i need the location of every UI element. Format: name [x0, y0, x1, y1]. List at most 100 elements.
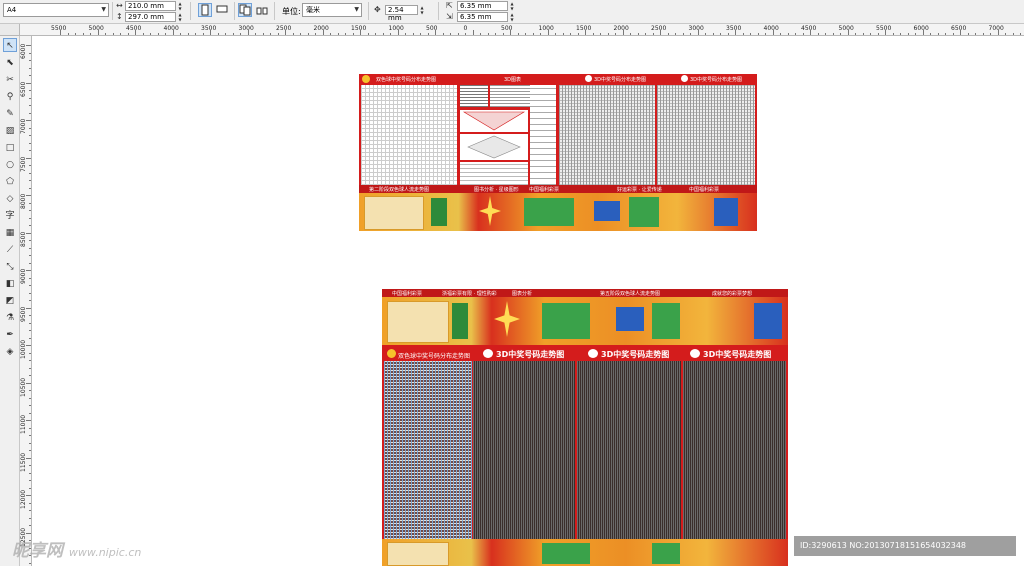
- artboard-top[interactable]: 双色球中奖号码分布走势图 3D图表 3D中奖号码分布走势图 3D中奖号码分布走势…: [359, 74, 757, 231]
- ruler-minor-tick: [29, 390, 31, 391]
- ruler-minor-tick: [67, 33, 69, 35]
- ruler-minor-tick: [29, 330, 31, 331]
- text-tool-icon[interactable]: 字: [3, 209, 17, 223]
- ruler-label: 1000: [538, 25, 554, 32]
- pick-tool-icon[interactable]: ↖: [3, 38, 17, 52]
- ruler-minor-tick: [29, 240, 31, 241]
- ruler-label: 500: [426, 25, 438, 32]
- banner-text: 图书分析 · 星级图形: [474, 187, 519, 193]
- page-size-dropdown[interactable]: A4 ▼: [3, 3, 109, 17]
- ruler-minor-tick: [29, 172, 31, 174]
- ruler-minor-tick: [29, 142, 31, 144]
- ruler-minor-tick: [720, 33, 721, 35]
- ruler-label: 5000: [838, 25, 854, 32]
- nudge-field[interactable]: 2.54 mm: [385, 5, 418, 22]
- dimension-tool-icon[interactable]: ⟋: [3, 243, 17, 257]
- duplicate-y-spinner[interactable]: ▲ ▼: [509, 12, 515, 22]
- connector-tool-icon[interactable]: ⤡: [3, 260, 17, 274]
- ruler-minor-tick: [29, 255, 31, 256]
- ruler-minor-tick: [29, 435, 31, 436]
- all-pages-button[interactable]: [238, 3, 252, 17]
- ruler-minor-tick: [29, 300, 31, 301]
- ruler-minor-tick: [757, 33, 759, 35]
- ruler-label: 8500: [20, 231, 27, 247]
- table-tool-icon[interactable]: ▦: [3, 226, 17, 240]
- ruler-label: 7500: [20, 156, 27, 172]
- ruler-label: 10500: [20, 377, 27, 397]
- rectangle-tool-icon[interactable]: □: [3, 141, 17, 155]
- page-size-value: A4: [7, 6, 17, 14]
- width-spinner[interactable]: ▲ ▼: [177, 1, 183, 11]
- ball-collage-image: [387, 542, 449, 566]
- ruler-minor-tick: [600, 33, 601, 35]
- ruler-label: 4000: [763, 25, 779, 32]
- ruler-label: 1000: [388, 25, 404, 32]
- ruler-minor-tick: [652, 33, 654, 35]
- ruler-label: 1500: [576, 25, 592, 32]
- ruler-minor-tick: [952, 33, 954, 35]
- nudge-icon: ✥: [374, 5, 381, 14]
- current-page-button[interactable]: [256, 3, 270, 17]
- ruler-minor-tick: [517, 33, 519, 35]
- ruler-origin[interactable]: [0, 24, 20, 36]
- nudge-spinner[interactable]: ▲ ▼: [419, 5, 425, 15]
- ruler-minor-tick: [217, 33, 219, 35]
- shape-tool-icon[interactable]: ⬉: [3, 56, 17, 70]
- zoom-tool-icon[interactable]: ⚲: [3, 90, 17, 104]
- ruler-label: 5500: [51, 25, 67, 32]
- units-label: 单位:: [282, 7, 301, 16]
- ruler-label: 7000: [20, 118, 27, 134]
- ruler-minor-tick: [930, 33, 931, 35]
- crop-tool-icon[interactable]: ✂: [3, 73, 17, 87]
- horizontal-ruler[interactable]: 5500 5000 4500 4000 3500 3000 2500 2000 1500 1000…: [20, 24, 1024, 36]
- width-field[interactable]: 210.0 mm: [125, 1, 176, 11]
- ruler-minor-tick: [705, 33, 706, 35]
- transparency-tool-icon[interactable]: ◩: [3, 294, 17, 308]
- duplicate-x-field[interactable]: 6.35 mm: [457, 1, 508, 11]
- ruler-minor-tick: [645, 33, 646, 35]
- duplicate-x-value: 6.35 mm: [460, 2, 492, 10]
- smart-fill-icon[interactable]: ▨: [3, 124, 17, 138]
- ruler-minor-tick: [29, 487, 31, 489]
- ellipse-tool-icon[interactable]: ○: [3, 158, 17, 172]
- units-value: 毫米: [306, 6, 320, 14]
- section-title: 3D图表: [504, 77, 522, 83]
- eyedropper-tool-icon[interactable]: ⚗: [3, 311, 17, 325]
- units-dropdown[interactable]: 毫米 ▼: [302, 3, 362, 17]
- ruler-minor-tick: [29, 150, 31, 151]
- duplicate-x-spinner[interactable]: ▲ ▼: [509, 1, 515, 11]
- blend-tool-icon[interactable]: ◧: [3, 277, 17, 291]
- diagram-panel: [460, 134, 528, 160]
- duplicate-y-field[interactable]: 6.35 mm: [457, 12, 508, 22]
- ruler-minor-tick: [352, 33, 354, 35]
- ruler-minor-tick: [375, 33, 376, 35]
- landscape-button[interactable]: [216, 3, 230, 17]
- freehand-tool-icon[interactable]: ✎: [3, 107, 17, 121]
- ruler-label: 6500: [20, 81, 27, 97]
- drawing-canvas[interactable]: 双色球中奖号码分布走势图 3D图表 3D中奖号码分布走势图 3D中奖号码分布走势…: [32, 36, 1024, 566]
- ruler-minor-tick: [29, 480, 31, 481]
- basic-shapes-icon[interactable]: ◇: [3, 192, 17, 206]
- badge-icon: [588, 349, 598, 358]
- ruler-minor-tick: [870, 33, 871, 35]
- table-panel: [460, 162, 528, 185]
- vertical-ruler[interactable]: 6000 6500 7000 7500 8000 8500 9000 9500 10000 105…: [20, 36, 32, 566]
- ruler-label: 1500: [351, 25, 367, 32]
- ruler-minor-tick: [82, 33, 84, 35]
- artboard-bottom[interactable]: 中国福利彩票 浙福彩票有限 · 理性购彩 图表分析 第五阶段双色球人流走势图 成…: [382, 289, 788, 566]
- polygon-tool-icon[interactable]: ⬠: [3, 175, 17, 189]
- ruler-minor-tick: [337, 33, 339, 35]
- fill-tool-icon[interactable]: ◈: [3, 345, 17, 359]
- ruler-minor-tick: [29, 180, 31, 181]
- ruler-minor-tick: [1012, 33, 1014, 35]
- toolbox: ↖ ⬉ ✂ ⚲ ✎ ▨ □ ○ ⬠ ◇ 字 ▦ ⟋ ⤡ ◧ ◩ ⚗ ✒ ◈: [0, 36, 20, 566]
- outline-tool-icon[interactable]: ✒: [3, 328, 17, 342]
- portrait-button[interactable]: [198, 3, 212, 17]
- section-title: 3D中奖号码分布走势图: [594, 77, 647, 83]
- height-spinner[interactable]: ▲ ▼: [177, 12, 183, 22]
- ruler-label: 9500: [20, 306, 27, 322]
- ruler-minor-tick: [29, 465, 31, 466]
- height-field[interactable]: 297.0 mm: [125, 12, 176, 22]
- badge-icon: [681, 75, 688, 82]
- ruler-minor-tick: [225, 33, 226, 35]
